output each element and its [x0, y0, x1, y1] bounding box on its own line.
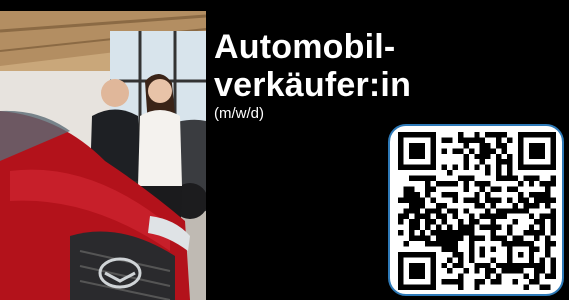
gender-note: (m/w/d) — [214, 105, 264, 122]
car-showroom-photo — [0, 11, 206, 300]
headline-block: Automobil- verkäufer:in (m/w/d) — [214, 28, 411, 123]
qr-code-card[interactable] — [388, 124, 564, 296]
job-title-line-2: verkäufer:in — [214, 66, 412, 104]
job-ad-banner: Automobil- verkäufer:in (m/w/d) — [0, 0, 569, 300]
qr-code-icon — [398, 132, 556, 290]
job-title-line-1: Automobil- — [214, 28, 396, 66]
